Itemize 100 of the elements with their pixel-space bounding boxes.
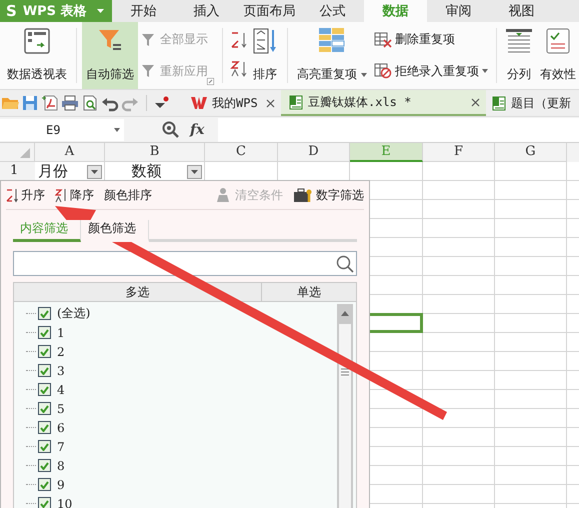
checkbox[interactable] [38,497,51,508]
checkbox[interactable] [38,440,51,453]
table-cell-text: 月份 [38,162,69,181]
check-icon [40,310,49,318]
sort-icon [252,28,278,54]
document-tab[interactable]: 题目（更新 [486,90,577,116]
validity-button[interactable]: 有效性 [536,22,576,89]
filter-action-button[interactable]: 数字筛选 [293,186,364,204]
menu-tab[interactable]: 公式 [301,0,364,22]
checkbox[interactable] [38,307,51,320]
check-icon [40,462,49,470]
close-icon[interactable] [471,98,480,106]
check-icon [40,404,49,412]
list-item[interactable]: 8 [57,458,65,472]
checkbox[interactable] [38,402,51,415]
sort-descending-icon [230,60,248,78]
colored-table-icon [319,28,345,52]
pivot-table-button[interactable]: 数据透视表 [3,22,71,89]
checkbox[interactable] [38,459,51,472]
launcher-icon [207,78,214,85]
sort-button[interactable]: 降序 [55,186,94,204]
wps-w-icon [191,96,207,110]
check-icon [40,366,49,374]
menu-tab[interactable]: 插入 [175,0,238,22]
sort-ascending-icon [6,188,18,202]
search-icon [336,254,354,272]
toolbox-icon [293,187,313,203]
print-preview-icon [81,94,99,112]
close-icon[interactable] [266,98,275,108]
save-button[interactable] [20,93,40,113]
save-icon [21,94,39,112]
list-item[interactable]: 1 [57,326,65,340]
split-columns-button[interactable]: 分列 [502,22,536,89]
menu-tab[interactable]: 审阅 [427,0,490,22]
formula-input[interactable] [218,118,579,142]
sort-button[interactable]: 升序 [6,186,45,204]
menu-tab[interactable]: 开始 [112,0,175,22]
pdf-icon [41,94,59,112]
caret-icon [191,170,198,174]
checkbox[interactable] [38,326,51,339]
funnel-icon [141,32,157,48]
document-tab[interactable]: 豆瓣钛媒体.xls * [281,90,486,116]
list-item[interactable]: 3 [57,364,65,378]
filter-dropdown-button[interactable] [187,164,202,178]
caret-dot-icon [154,96,170,110]
caret-icon [97,9,104,13]
check-icon [40,348,49,356]
selection-mode-tab[interactable]: 单选 [262,283,356,301]
select-all-icon [20,148,30,158]
filter-tab[interactable]: 颜色筛选 [81,220,149,242]
scrollbar[interactable] [337,304,353,508]
list-item[interactable]: 2 [57,344,65,358]
checkbox[interactable] [38,478,51,491]
list-item[interactable]: (全选) [57,305,90,322]
no-entry-table-icon [374,63,392,80]
search-field[interactable] [13,251,357,276]
list-item[interactable]: 10 [57,496,72,508]
check-icon [40,480,49,488]
ribbon-button[interactable]: 拒绝录入重复项 [371,60,491,82]
list-item[interactable]: 7 [57,440,65,454]
list-item[interactable]: 6 [57,420,65,434]
caret-icon [91,170,98,174]
ribbon-button[interactable]: 删除重复项 [371,29,491,50]
checkbox[interactable] [38,421,51,434]
sort-button[interactable]: 排序 [248,22,282,89]
checkbox[interactable] [38,364,51,377]
magnifier-icon [162,120,180,138]
auto-filter-button[interactable]: 自动筛选 [82,22,138,89]
spreadsheet-icon [289,94,303,110]
check-icon [40,386,49,394]
filter-dropdown-button[interactable] [87,164,102,178]
sort-ascending-icon [230,31,248,50]
table-cell-text: 数额 [130,162,162,181]
highlight-duplicates-button[interactable]: 高亮重复项 [293,22,371,89]
pivot-table-icon [24,28,50,54]
list-item[interactable]: 9 [57,478,65,492]
caret-icon [361,72,367,76]
caret-icon [114,128,120,132]
menu-tab[interactable]: 视图 [490,0,553,22]
split-columns-icon [506,28,532,54]
pdf-button[interactable] [40,93,60,113]
sort-button[interactable]: 颜色排序 [104,186,152,204]
printer-icon [61,94,79,112]
check-icon [40,328,49,336]
check-icon [40,442,49,450]
list-item[interactable]: 5 [57,402,65,416]
checkbox[interactable] [38,345,51,358]
printer-button[interactable] [60,93,80,113]
name-box[interactable]: E9 [0,118,124,140]
zoom-button[interactable] [162,120,180,138]
list-item[interactable]: 4 [57,382,65,396]
sort-descending-icon [55,188,67,202]
checkbox[interactable] [38,383,51,396]
menu-tab[interactable]: 页面布局 [238,0,301,22]
check-icon [40,500,49,508]
delete-table-icon [374,32,392,48]
document-tab[interactable]: 我的WPS [183,90,281,116]
validation-icon [545,28,571,54]
function-button[interactable]: fx [190,122,204,138]
grip-icon [341,368,349,376]
